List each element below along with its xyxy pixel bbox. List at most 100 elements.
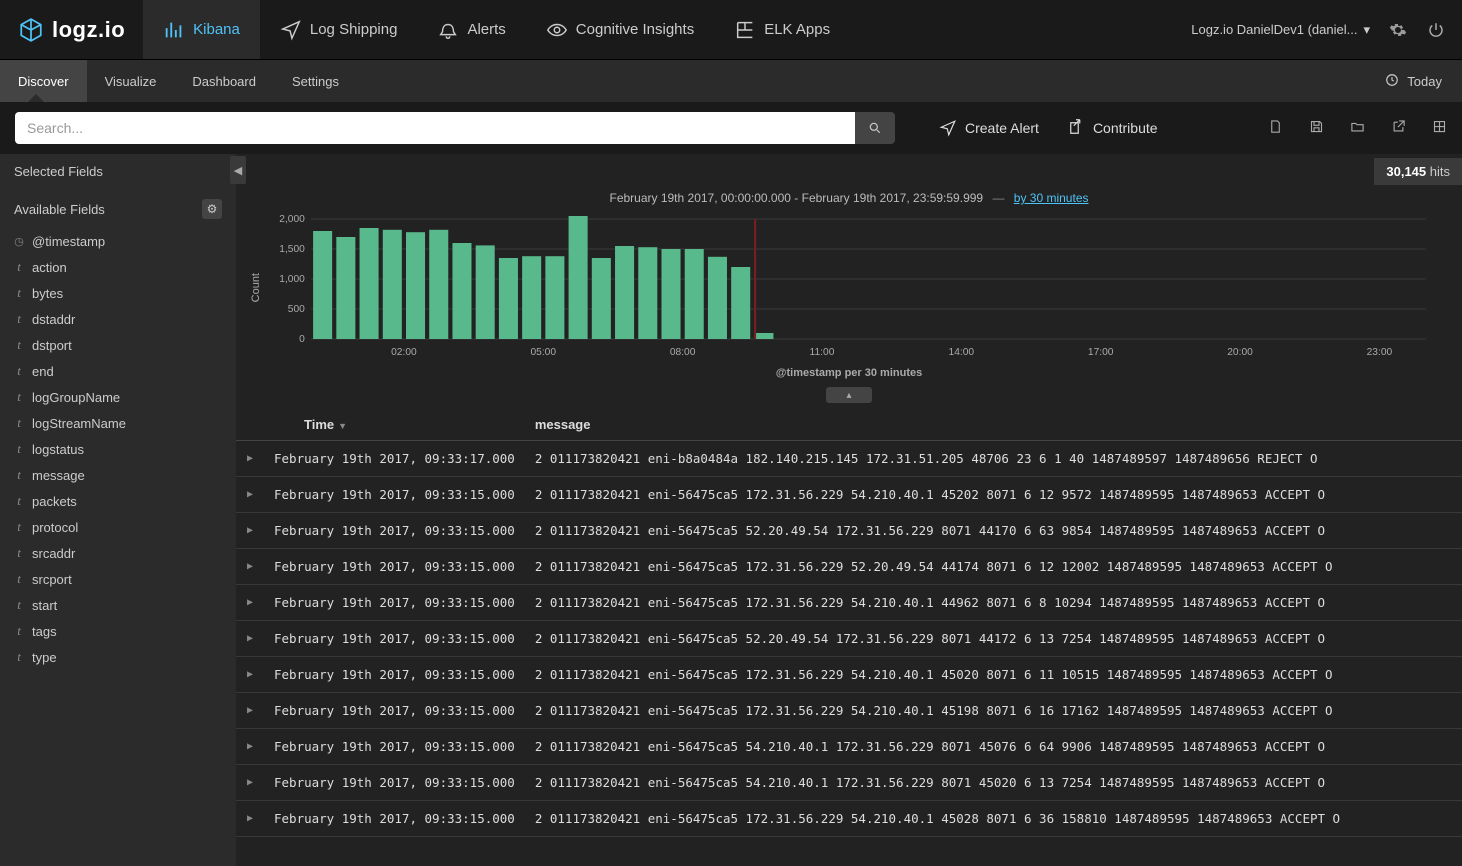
histogram-chart[interactable]: Count 05001,0001,5002,00002:0005:0008:00… <box>236 213 1462 363</box>
field-dstaddr[interactable]: tdstaddr <box>14 306 222 332</box>
external-link-icon[interactable] <box>1391 119 1406 137</box>
expand-row-icon[interactable]: ▶ <box>236 441 264 477</box>
expand-row-icon[interactable]: ▶ <box>236 549 264 585</box>
field-message[interactable]: tmessage <box>14 462 222 488</box>
field-bytes[interactable]: tbytes <box>14 280 222 306</box>
expand-row-icon[interactable]: ▶ <box>236 801 264 837</box>
text-type-icon: t <box>14 467 24 483</box>
expand-row-icon[interactable]: ▶ <box>236 765 264 801</box>
grid-icon[interactable] <box>1432 119 1447 137</box>
field-logStreamName[interactable]: tlogStreamName <box>14 410 222 436</box>
field-packets[interactable]: tpackets <box>14 488 222 514</box>
svg-text:23:00: 23:00 <box>1367 347 1393 358</box>
contribute-button[interactable]: Contribute <box>1053 119 1172 137</box>
column-time[interactable]: Time▼ <box>264 409 525 441</box>
table-row[interactable]: ▶February 19th 2017, 09:33:15.0002 01117… <box>236 513 1462 549</box>
table-row[interactable]: ▶February 19th 2017, 09:33:15.0002 01117… <box>236 801 1462 837</box>
account-dropdown[interactable]: Logz.io DanielDev1 (daniel... ▾ <box>1191 22 1370 38</box>
cell-time: February 19th 2017, 09:33:15.000 <box>264 657 525 693</box>
fields-settings-gear-icon[interactable]: ⚙ <box>202 199 222 219</box>
field-action[interactable]: taction <box>14 254 222 280</box>
paper-plane-icon <box>939 119 957 137</box>
table-row[interactable]: ▶February 19th 2017, 09:33:15.0002 01117… <box>236 657 1462 693</box>
top-nav: logz.io KibanaLog ShippingAlertsCognitiv… <box>0 0 1462 60</box>
expand-row-icon[interactable]: ▶ <box>236 585 264 621</box>
expand-row-icon[interactable]: ▶ <box>236 729 264 765</box>
caret-down-icon: ▾ <box>1363 22 1370 38</box>
interval-link[interactable]: by 30 minutes <box>1014 191 1089 205</box>
nav-elk-apps[interactable]: ELK Apps <box>714 0 850 59</box>
settings-gear-icon[interactable] <box>1388 20 1408 40</box>
search-icon <box>868 121 882 135</box>
field-tags[interactable]: ttags <box>14 618 222 644</box>
text-type-icon: t <box>14 259 24 275</box>
expand-row-icon[interactable]: ▶ <box>236 693 264 729</box>
text-type-icon: t <box>14 493 24 509</box>
svg-text:11:00: 11:00 <box>810 347 835 358</box>
open-folder-icon[interactable] <box>1350 119 1365 137</box>
expand-row-icon[interactable]: ▶ <box>236 513 264 549</box>
field-logGroupName[interactable]: tlogGroupName <box>14 384 222 410</box>
text-type-icon: t <box>14 389 24 405</box>
cell-time: February 19th 2017, 09:33:15.000 <box>264 621 525 657</box>
search-input[interactable] <box>15 112 855 144</box>
text-type-icon: t <box>14 441 24 457</box>
table-row[interactable]: ▶February 19th 2017, 09:33:15.0002 01117… <box>236 477 1462 513</box>
table-row[interactable]: ▶February 19th 2017, 09:33:15.0002 01117… <box>236 549 1462 585</box>
field-logstatus[interactable]: tlogstatus <box>14 436 222 462</box>
tab-settings[interactable]: Settings <box>274 60 357 102</box>
expand-row-icon[interactable]: ▶ <box>236 621 264 657</box>
table-row[interactable]: ▶February 19th 2017, 09:33:17.0002 01117… <box>236 441 1462 477</box>
text-type-icon: t <box>14 311 24 327</box>
table-row[interactable]: ▶February 19th 2017, 09:33:15.0002 01117… <box>236 585 1462 621</box>
field-end[interactable]: tend <box>14 358 222 384</box>
share-icon <box>1067 119 1085 137</box>
logout-icon[interactable] <box>1426 20 1446 40</box>
nav-kibana[interactable]: Kibana <box>143 0 260 59</box>
svg-text:1,500: 1,500 <box>279 244 305 255</box>
nav-log-shipping[interactable]: Log Shipping <box>260 0 418 59</box>
save-icon[interactable] <box>1309 119 1324 137</box>
sort-desc-icon: ▼ <box>338 421 347 431</box>
cell-time: February 19th 2017, 09:33:17.000 <box>264 441 525 477</box>
field-srcaddr[interactable]: tsrcaddr <box>14 540 222 566</box>
search-row: Create Alert Contribute <box>0 102 1462 154</box>
table-row[interactable]: ▶February 19th 2017, 09:33:15.0002 01117… <box>236 729 1462 765</box>
field-@timestamp[interactable]: ◷@timestamp <box>14 229 222 254</box>
cell-time: February 19th 2017, 09:33:15.000 <box>264 729 525 765</box>
cell-message: 2 011173820421 eni-56475ca5 54.210.40.1 … <box>525 729 1462 765</box>
time-picker[interactable]: Today <box>1407 74 1442 89</box>
chart-collapse-toggle[interactable]: ▴ <box>826 387 872 403</box>
svg-text:0: 0 <box>299 334 305 345</box>
tab-visualize[interactable]: Visualize <box>87 60 175 102</box>
nav-cognitive-insights[interactable]: Cognitive Insights <box>526 0 714 59</box>
field-type[interactable]: ttype <box>14 644 222 670</box>
cell-message: 2 011173820421 eni-56475ca5 52.20.49.54 … <box>525 513 1462 549</box>
new-doc-icon[interactable] <box>1268 119 1283 137</box>
text-type-icon: t <box>14 597 24 613</box>
svg-text:05:00: 05:00 <box>530 347 556 358</box>
main-panel: 30,145 hits February 19th 2017, 00:00:00… <box>236 154 1462 866</box>
text-type-icon: t <box>14 545 24 561</box>
logo-cube-icon <box>18 17 44 43</box>
nav-alerts[interactable]: Alerts <box>417 0 525 59</box>
search-button[interactable] <box>855 112 895 144</box>
column-message[interactable]: message <box>525 409 1462 441</box>
clock-icon <box>1385 73 1399 90</box>
logo[interactable]: logz.io <box>0 0 143 59</box>
expand-row-icon[interactable]: ▶ <box>236 657 264 693</box>
table-row[interactable]: ▶February 19th 2017, 09:33:15.0002 01117… <box>236 621 1462 657</box>
logo-text: logz.io <box>52 17 125 43</box>
field-protocol[interactable]: tprotocol <box>14 514 222 540</box>
create-alert-button[interactable]: Create Alert <box>925 119 1053 137</box>
sidebar-collapse-toggle[interactable]: ◀ <box>230 156 246 184</box>
table-row[interactable]: ▶February 19th 2017, 09:33:15.0002 01117… <box>236 765 1462 801</box>
table-row[interactable]: ▶February 19th 2017, 09:33:15.0002 01117… <box>236 693 1462 729</box>
field-dstport[interactable]: tdstport <box>14 332 222 358</box>
svg-text:17:00: 17:00 <box>1088 347 1114 358</box>
tab-dashboard[interactable]: Dashboard <box>174 60 274 102</box>
field-start[interactable]: tstart <box>14 592 222 618</box>
expand-row-icon[interactable]: ▶ <box>236 477 264 513</box>
cell-message: 2 011173820421 eni-56475ca5 172.31.56.22… <box>525 585 1462 621</box>
field-srcport[interactable]: tsrcport <box>14 566 222 592</box>
